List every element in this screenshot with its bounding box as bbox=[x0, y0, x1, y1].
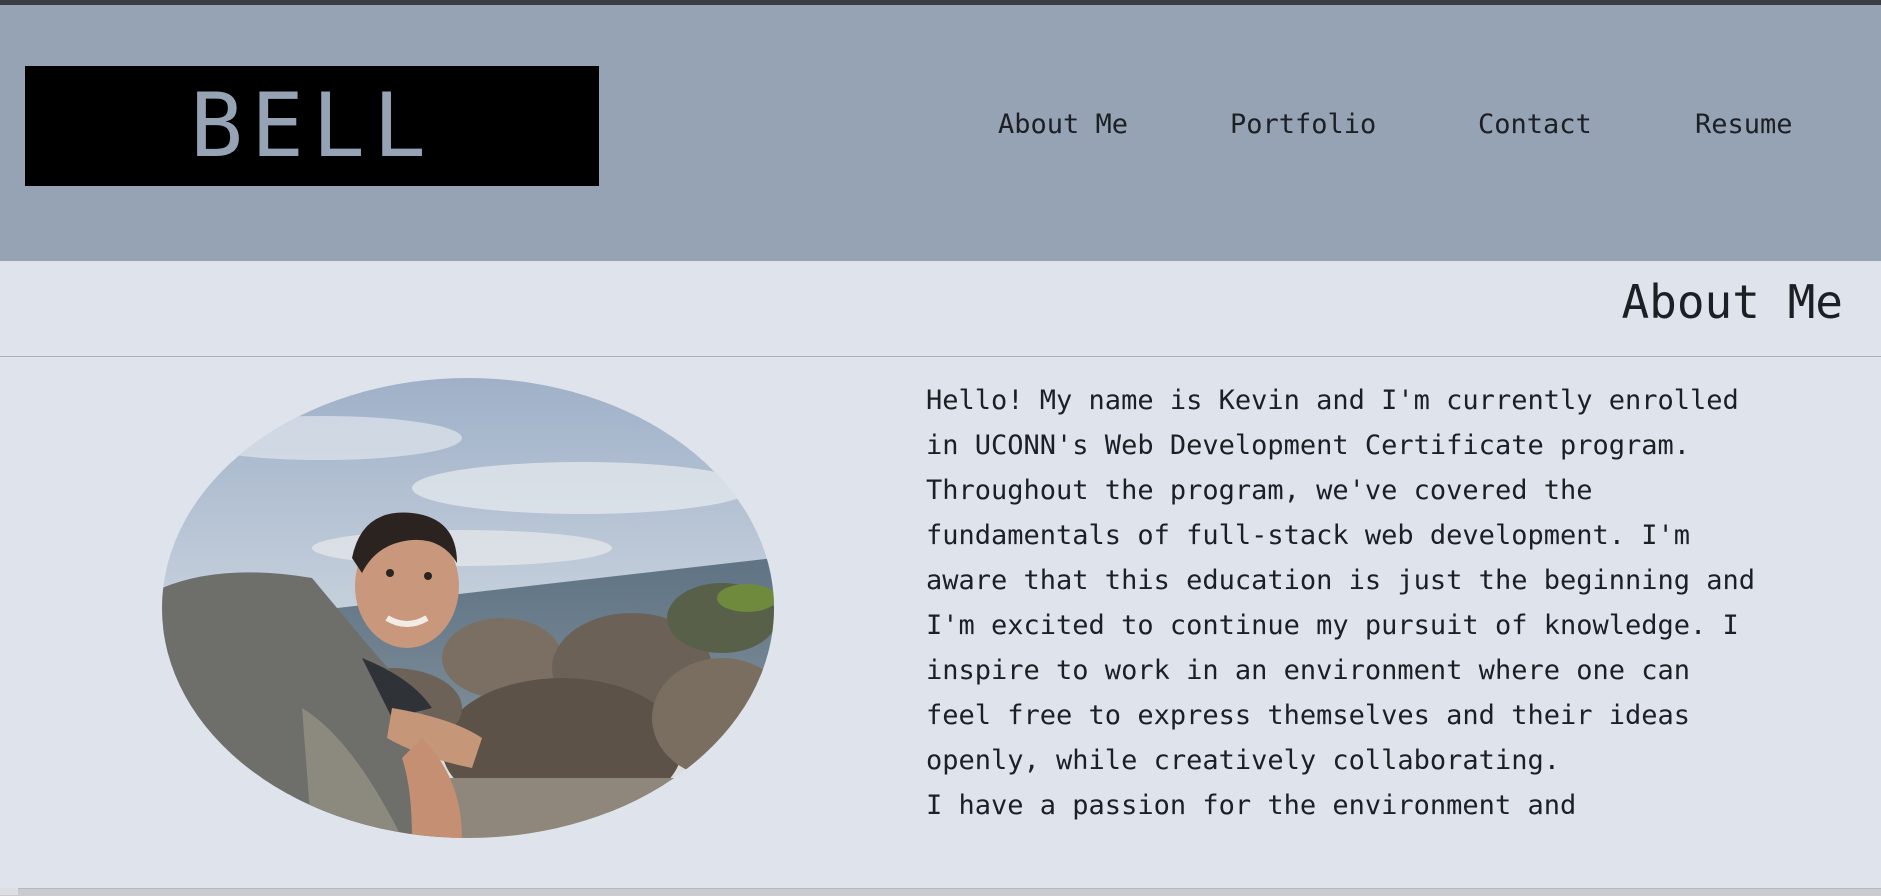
section-title: About Me bbox=[1621, 275, 1843, 329]
site-logo[interactable]: BELL bbox=[25, 66, 599, 186]
bio-paragraph-2: I have a passion for the environment and bbox=[926, 790, 1577, 821]
section-header: About Me bbox=[0, 261, 1881, 357]
nav-link-portfolio[interactable]: Portfolio bbox=[1230, 109, 1376, 140]
nav-link-resume[interactable]: Resume bbox=[1695, 109, 1793, 140]
logo-text: BELL bbox=[190, 74, 434, 177]
profile-photo bbox=[162, 378, 774, 838]
profile-photo-image bbox=[162, 378, 774, 838]
scrollbar-left-arrow[interactable] bbox=[0, 888, 18, 895]
bio-paragraph-1: Hello! My name is Kevin and I'm currentl… bbox=[926, 385, 1756, 776]
site-header: BELL About Me Portfolio Contact Resume bbox=[0, 5, 1881, 261]
nav-link-about-me[interactable]: About Me bbox=[998, 109, 1128, 140]
bio-text: Hello! My name is Kevin and I'm currentl… bbox=[926, 378, 1756, 828]
nav-link-contact[interactable]: Contact bbox=[1478, 109, 1592, 140]
